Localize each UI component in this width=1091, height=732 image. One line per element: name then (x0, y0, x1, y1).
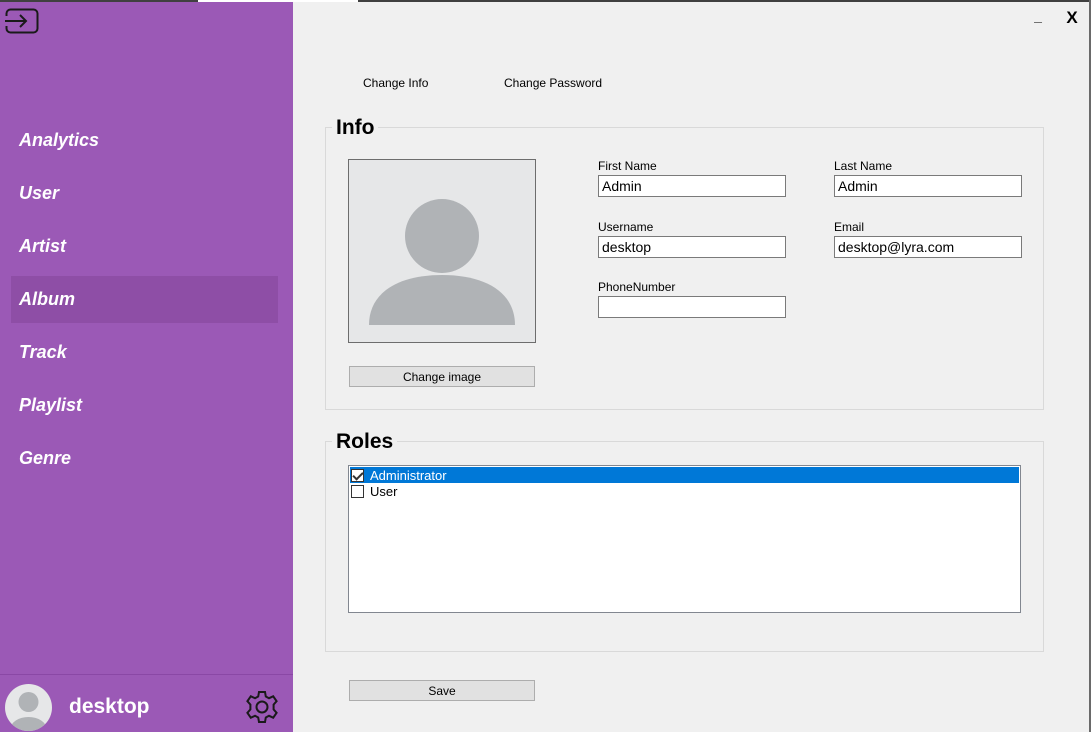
first-name-label: First Name (598, 159, 657, 173)
email-label: Email (834, 220, 865, 234)
roles-checklist: Administrator User (348, 465, 1021, 613)
user-avatar-icon[interactable] (5, 684, 52, 731)
tab-change-password[interactable]: Change Password (504, 76, 602, 90)
sidebar-item-track[interactable]: Track (11, 329, 278, 376)
phone-number-label: PhoneNumber (598, 280, 676, 294)
role-item-administrator[interactable]: Administrator (350, 467, 1019, 483)
sidebar-item-analytics[interactable]: Analytics (11, 117, 278, 164)
sidebar-item-label: Playlist (19, 395, 83, 415)
minimize-button[interactable]: _ (1031, 8, 1045, 28)
sidebar-item-label: Genre (19, 448, 72, 468)
roles-group-title: Roles (332, 430, 398, 454)
role-item-user[interactable]: User (350, 483, 1019, 499)
sidebar-item-label: Album (19, 289, 75, 309)
first-name-field[interactable] (598, 175, 786, 197)
username-field[interactable] (598, 236, 786, 258)
change-image-button[interactable]: Change image (349, 366, 535, 387)
sidebar-item-label: User (19, 183, 60, 203)
sidebar-item-label: Artist (19, 236, 67, 256)
profile-photo (348, 159, 536, 343)
profile-name: desktop (69, 695, 150, 718)
sidebar-item-playlist[interactable]: Playlist (11, 382, 278, 429)
sidebar-item-user[interactable]: User (11, 170, 278, 217)
email-field[interactable] (834, 236, 1022, 258)
logout-icon[interactable] (5, 8, 39, 34)
sidebar-item-artist[interactable]: Artist (11, 223, 278, 270)
last-name-field[interactable] (834, 175, 1022, 197)
role-checkbox[interactable] (351, 468, 364, 482)
sidebar-item-genre[interactable]: Genre (11, 435, 278, 482)
close-button[interactable]: X (1063, 8, 1081, 28)
info-group-title: Info (332, 116, 379, 140)
sidebar-item-label: Analytics (19, 130, 100, 150)
role-checkbox[interactable] (351, 484, 364, 498)
last-name-label: Last Name (834, 159, 893, 173)
phone-number-field[interactable] (598, 296, 786, 318)
role-label: Administrator (370, 467, 447, 483)
gear-icon[interactable] (244, 689, 280, 725)
sidebar-item-label: Track (19, 342, 67, 362)
profile-bar: desktop (0, 674, 293, 732)
tab-change-info[interactable]: Change Info (363, 76, 428, 90)
username-label: Username (598, 220, 654, 234)
sidebar-item-album[interactable]: Album (11, 276, 278, 323)
role-label: User (370, 483, 398, 499)
save-button[interactable]: Save (349, 680, 535, 701)
sidebar: Analytics User Artist Album Track Playli… (0, 2, 293, 732)
